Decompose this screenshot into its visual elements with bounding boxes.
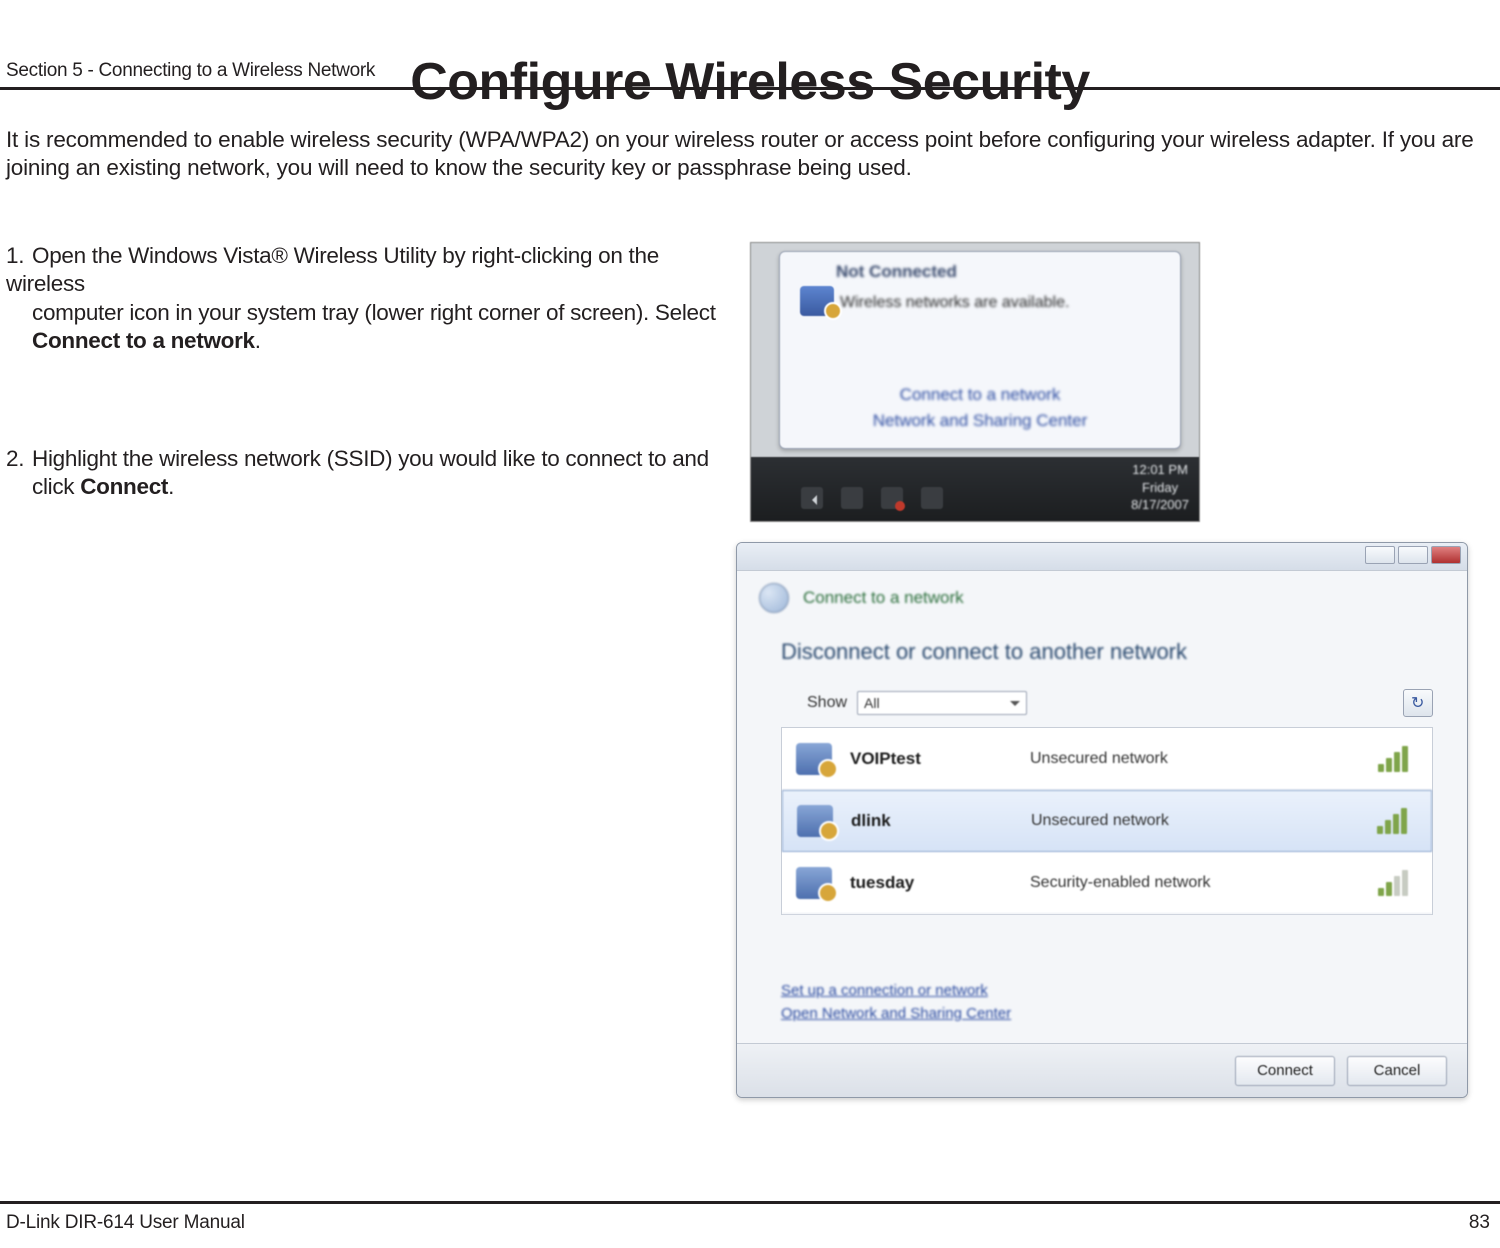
- refresh-button[interactable]: [1403, 689, 1433, 717]
- taskbar-clock: 12:01 PM Friday 8/17/2007: [1131, 461, 1189, 514]
- dialog-header-text: Connect to a network: [803, 588, 964, 608]
- wireless-network-icon: [796, 743, 832, 775]
- volume-icon[interactable]: [921, 487, 943, 509]
- signal-strength-icon: [1378, 870, 1418, 896]
- header-rule: [0, 87, 1500, 90]
- show-label: Show: [807, 694, 847, 712]
- network-item-selected[interactable]: dlink Unsecured network: [782, 790, 1432, 852]
- steps-area: 1.Open the Windows Vista® Wireless Utili…: [0, 242, 1500, 501]
- show-filter-row: Show All: [807, 691, 1027, 715]
- step-1-line1: Open the Windows Vista® Wireless Utility…: [6, 243, 659, 296]
- step-2-line1: Highlight the wireless network (SSID) yo…: [32, 446, 709, 471]
- step-1-number: 1.: [6, 242, 32, 270]
- step-2-number: 2.: [6, 445, 32, 473]
- network-list: VOIPtest Unsecured network dlink Unsecur…: [781, 727, 1433, 915]
- step-2-tail: .: [168, 474, 174, 499]
- tray-icons: [801, 487, 943, 509]
- network-tray-icon[interactable]: [881, 487, 903, 509]
- tray-balloon: Not Connected Wireless networks are avai…: [779, 251, 1181, 449]
- footer-page-number: 83: [1469, 1212, 1490, 1234]
- balloon-links: Connect to a network Network and Sharing…: [780, 382, 1180, 435]
- window-buttons: [1365, 546, 1461, 564]
- footer-manual-name: D-Link DIR-614 User Manual: [6, 1212, 245, 1234]
- dialog-subtitle: Disconnect or connect to another network: [781, 639, 1187, 665]
- dialog-titlebar: [737, 543, 1467, 571]
- clock-date: 8/17/2007: [1131, 496, 1189, 514]
- network-ssid: tuesday: [850, 873, 1030, 893]
- network-item[interactable]: tuesday Security-enabled network: [782, 852, 1432, 914]
- balloon-title: Not Connected: [780, 252, 1180, 288]
- step-1-text: 1.Open the Windows Vista® Wireless Utili…: [6, 242, 726, 355]
- step-1-line2: computer icon in your system tray (lower…: [6, 299, 726, 327]
- intro-paragraph: It is recommended to enable wireless sec…: [6, 126, 1494, 182]
- balloon-subtitle: Wireless networks are available.: [780, 288, 1180, 312]
- step-2-pre: click: [32, 474, 80, 499]
- minimize-button[interactable]: [1365, 546, 1395, 564]
- network-security: Unsecured network: [1030, 750, 1378, 768]
- link-connect-network[interactable]: Connect to a network: [780, 382, 1180, 408]
- dialog-links: Set up a connection or network Open Netw…: [781, 980, 1011, 1025]
- step-1-line3: Connect to a network.: [6, 327, 726, 355]
- screenshot-connect-dialog: Connect to a network Disconnect or conne…: [736, 542, 1468, 1098]
- network-item[interactable]: VOIPtest Unsecured network: [782, 728, 1432, 790]
- step-2-bold: Connect: [80, 474, 168, 499]
- show-select[interactable]: All: [857, 691, 1027, 715]
- maximize-button[interactable]: [1398, 546, 1428, 564]
- screenshot-tray-popup: Not Connected Wireless networks are avai…: [750, 242, 1200, 522]
- network-security: Security-enabled network: [1030, 874, 1378, 892]
- footer-rule: [0, 1201, 1500, 1204]
- link-network-sharing-center[interactable]: Network and Sharing Center: [780, 408, 1180, 434]
- network-ssid: VOIPtest: [850, 749, 1030, 769]
- network-security: Unsecured network: [1031, 812, 1377, 830]
- signal-strength-icon: [1377, 808, 1417, 834]
- step-1-bold: Connect to a network: [32, 328, 255, 353]
- link-open-network-center[interactable]: Open Network and Sharing Center: [781, 1003, 1011, 1026]
- show-select-value: All: [864, 695, 880, 711]
- wireless-network-icon: [796, 867, 832, 899]
- dialog-button-bar: Connect Cancel: [737, 1043, 1467, 1097]
- close-button[interactable]: [1431, 546, 1461, 564]
- power-icon[interactable]: [841, 487, 863, 509]
- step-2-text: 2.Highlight the wireless network (SSID) …: [6, 445, 726, 501]
- wireless-network-icon: [797, 805, 833, 837]
- back-button-icon[interactable]: [759, 583, 789, 613]
- clock-time: 12:01 PM: [1131, 461, 1189, 479]
- tray-arrow-icon[interactable]: [801, 487, 823, 509]
- network-ssid: dlink: [851, 811, 1031, 831]
- clock-day: Friday: [1131, 479, 1189, 497]
- step-1-tail: .: [255, 328, 261, 353]
- dialog-header: Connect to a network: [759, 583, 1445, 613]
- taskbar: 12:01 PM Friday 8/17/2007: [751, 457, 1199, 521]
- section-header: Section 5 - Connecting to a Wireless Net…: [6, 60, 375, 82]
- connect-button[interactable]: Connect: [1235, 1056, 1335, 1086]
- link-setup-connection[interactable]: Set up a connection or network: [781, 980, 1011, 1003]
- step-2-line2: click Connect.: [6, 473, 726, 501]
- cancel-button[interactable]: Cancel: [1347, 1056, 1447, 1086]
- signal-strength-icon: [1378, 746, 1418, 772]
